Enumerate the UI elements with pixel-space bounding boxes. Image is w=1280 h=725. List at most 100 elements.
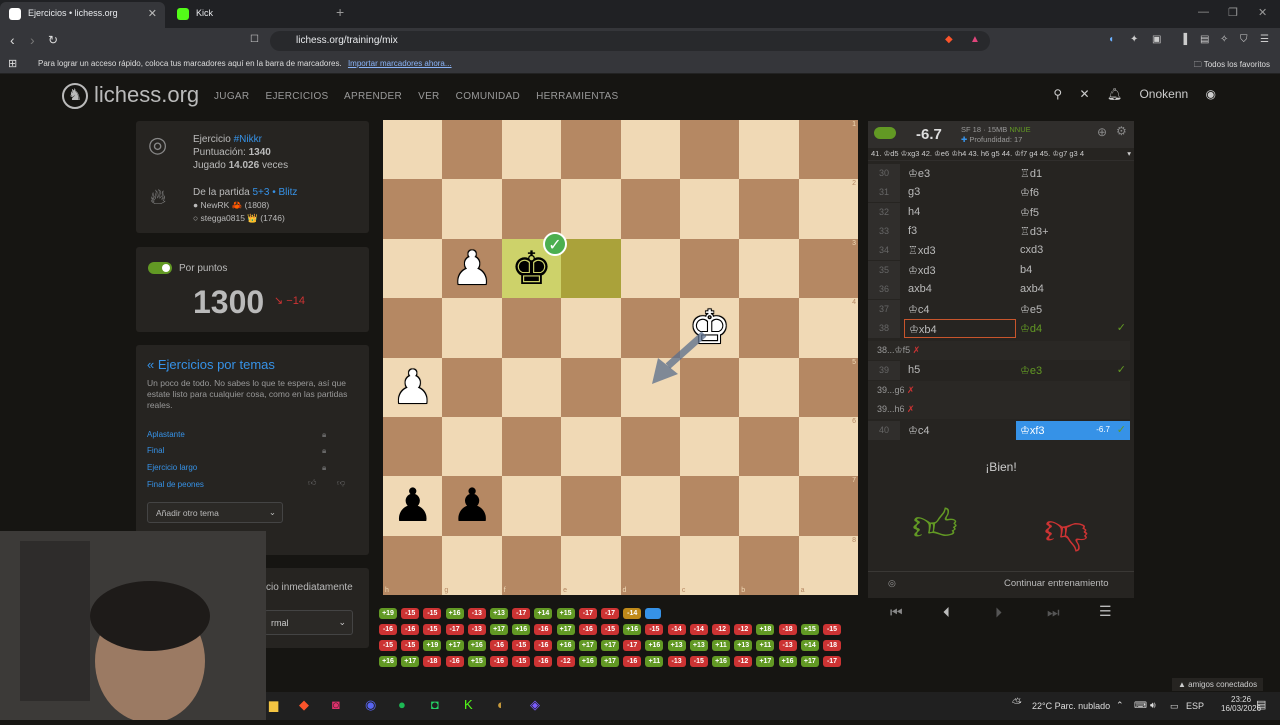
apps-grid-icon[interactable]: ⊞ xyxy=(8,57,17,70)
board-square[interactable] xyxy=(679,476,740,536)
history-chip[interactable]: -17 xyxy=(578,608,597,619)
history-chip[interactable]: -16 xyxy=(623,656,642,667)
black-move[interactable]: axb4 xyxy=(1016,280,1130,299)
history-chip[interactable]: +16 xyxy=(467,640,486,651)
board-square[interactable] xyxy=(739,238,799,299)
board-square[interactable] xyxy=(442,120,502,180)
board-square[interactable]: 8a xyxy=(798,535,858,595)
board-square[interactable] xyxy=(501,298,562,358)
black-move[interactable]: b4 xyxy=(1016,261,1130,280)
history-chip[interactable]: -15 xyxy=(823,624,841,635)
history-chip[interactable]: -18 xyxy=(423,656,442,667)
history-chip[interactable]: +17 xyxy=(556,624,575,635)
instagram-icon[interactable]: ◙ xyxy=(332,697,340,712)
themes-title-link[interactable]: « Ejercicios por temas xyxy=(147,357,275,372)
app-icon[interactable]: ◈ xyxy=(530,697,540,713)
history-chip[interactable]: +15 xyxy=(467,656,486,667)
back-icon[interactable]: ‹ xyxy=(10,32,15,48)
board-square[interactable] xyxy=(620,179,680,239)
board-square[interactable] xyxy=(620,238,680,299)
vpn-icon[interactable]: ⛉ xyxy=(1240,34,1248,45)
history-chip[interactable]: -16 xyxy=(490,640,508,651)
history-chip[interactable] xyxy=(645,608,662,619)
engine-pv-line[interactable]: 41. ♔d5 ♔xg3 42. ♔e6 ♔h4 43. h6 g5 44. ♔… xyxy=(868,148,1134,160)
board-square[interactable] xyxy=(501,416,562,477)
puzzle-id-link[interactable]: #Nikkr xyxy=(234,134,262,145)
battery-icon[interactable]: ▭ xyxy=(1170,701,1179,712)
chess-board[interactable]: 1 2 ♟ ♚ 3 ♚ 4 ♟ 5 6 ♟ ♟ 7 h g f e d c b 8 a xyxy=(383,120,858,595)
network-icon[interactable]: ⌨ xyxy=(1134,700,1147,711)
black-move[interactable]: ♔f5 xyxy=(1016,203,1130,222)
history-chip[interactable]: +11 xyxy=(756,640,775,651)
history-chip[interactable]: -16 xyxy=(534,624,553,635)
add-theme-select[interactable]: Añadir otro tema ⌄ xyxy=(147,502,283,523)
history-chip[interactable]: +16 xyxy=(778,656,797,667)
board-square[interactable] xyxy=(739,120,799,180)
history-chip[interactable]: +17 xyxy=(490,624,508,635)
board-square[interactable] xyxy=(383,416,443,477)
history-chip[interactable]: +14 xyxy=(800,640,819,651)
brave-shield-icon[interactable]: ◆ xyxy=(945,34,953,45)
board-square[interactable]: b xyxy=(739,535,799,595)
board-square[interactable] xyxy=(561,238,621,299)
history-chip[interactable]: +19 xyxy=(423,640,442,651)
history-chip[interactable]: +16 xyxy=(379,656,397,667)
audio-icon[interactable]: ◖ xyxy=(1108,34,1114,45)
last-move-icon[interactable]: ⏭ xyxy=(1047,604,1060,621)
black-pawn-piece[interactable]: ♟ xyxy=(442,476,501,535)
tab-kick[interactable]: Kick xyxy=(168,2,333,28)
history-chip[interactable]: -15 xyxy=(512,656,531,667)
history-chip[interactable]: -15 xyxy=(379,640,397,651)
history-chip[interactable]: -16 xyxy=(379,624,397,635)
file-explorer-icon[interactable]: ▆ xyxy=(269,698,278,712)
menu-icon[interactable]: ☰ xyxy=(1260,34,1269,45)
black-move[interactable]: ♖d3+ xyxy=(1016,222,1130,241)
board-square[interactable] xyxy=(620,120,680,180)
prev-move-icon[interactable]: ⏴ xyxy=(943,604,950,621)
history-chip[interactable]: +16 xyxy=(445,608,464,619)
nav-aprender[interactable]: APRENDER xyxy=(344,91,402,102)
board-square[interactable] xyxy=(501,179,562,239)
board-square[interactable] xyxy=(739,357,799,417)
sidebar-icon[interactable]: ▐ xyxy=(1180,34,1187,45)
white-move[interactable]: ♔e3 xyxy=(904,164,1016,183)
discord-icon[interactable]: ◉ xyxy=(365,697,376,713)
white-move[interactable]: g3 xyxy=(904,183,1016,202)
tab-ejercicios[interactable]: Ejercicios • lichess.org ✕ xyxy=(0,2,165,28)
black-move[interactable]: ♔xf3 -6.7 ✓ xyxy=(1016,421,1130,440)
forward-icon[interactable]: › xyxy=(30,32,35,48)
history-chip[interactable]: +16 xyxy=(623,624,642,635)
player-white[interactable]: NewRK 🦀 (1808) xyxy=(201,200,270,210)
nav-ver[interactable]: VER xyxy=(418,91,439,102)
whatsapp-icon[interactable]: ◘ xyxy=(431,697,439,712)
board-square[interactable]: 7 xyxy=(798,476,858,536)
white-move[interactable]: ♔c4 xyxy=(904,300,1016,319)
variation-line[interactable]: 39...g6 ✗ xyxy=(868,381,1130,400)
theme-final-de-peones[interactable]: Final de peones xyxy=(147,480,204,489)
first-move-icon[interactable]: ⏮ xyxy=(890,604,903,621)
history-chip[interactable]: +11 xyxy=(712,640,730,651)
username[interactable]: Onokenn xyxy=(1139,87,1188,101)
history-chip[interactable]: +16 xyxy=(512,624,531,635)
board-square[interactable] xyxy=(383,120,443,180)
reload-icon[interactable]: ↻ xyxy=(48,33,58,47)
bookmark-icon[interactable]: ☐ xyxy=(250,34,259,45)
board-square[interactable] xyxy=(501,476,562,536)
theme-final[interactable]: Final xyxy=(147,446,164,455)
board-square[interactable]: 5 xyxy=(798,357,858,417)
history-chip[interactable]: +15 xyxy=(800,624,819,635)
address-bar[interactable]: lichess.org/training/mix xyxy=(270,31,990,51)
history-chip[interactable]: +19 xyxy=(379,608,397,619)
history-chip[interactable]: +15 xyxy=(556,608,575,619)
history-chip[interactable]: -12 xyxy=(734,656,753,667)
weather-text[interactable]: 22°C Parc. nublado xyxy=(1032,701,1110,711)
history-chip[interactable]: -15 xyxy=(512,640,531,651)
board-square[interactable]: f xyxy=(501,535,562,595)
white-move[interactable]: ♔xd3 xyxy=(904,261,1016,280)
board-square[interactable] xyxy=(739,298,799,358)
history-chip[interactable]: -15 xyxy=(601,624,619,635)
board-square[interactable] xyxy=(383,179,443,239)
history-chip[interactable]: -15 xyxy=(689,656,708,667)
brave-icon[interactable]: ◆ xyxy=(299,697,309,713)
friends-online-button[interactable]: ▲ amigos conectados xyxy=(1172,678,1264,691)
